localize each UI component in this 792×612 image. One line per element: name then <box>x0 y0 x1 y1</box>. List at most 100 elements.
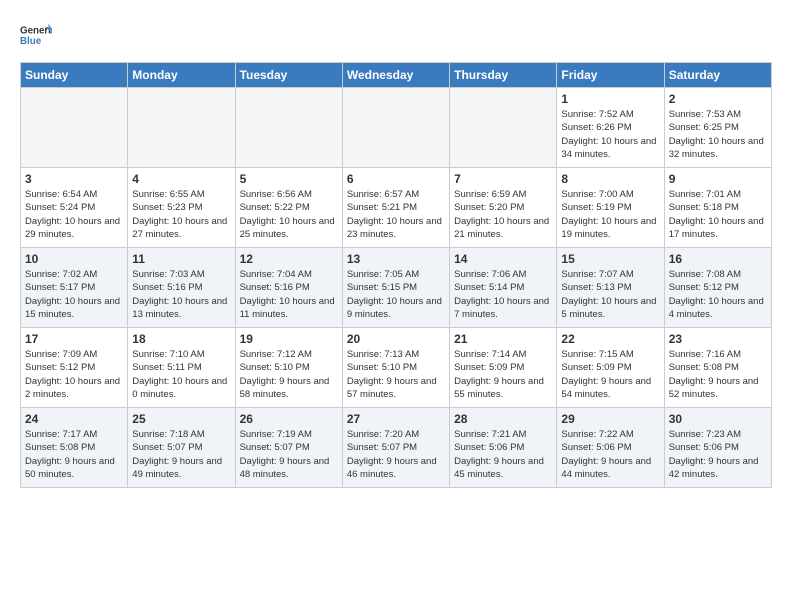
day-number: 15 <box>561 252 659 266</box>
logo: General Blue <box>20 20 52 52</box>
day-cell: 9 Sunrise: 7:01 AM Sunset: 5:18 PM Daylig… <box>664 168 771 248</box>
day-info: Sunrise: 7:16 AM Sunset: 5:08 PM Dayligh… <box>669 348 767 401</box>
day-number: 20 <box>347 332 445 346</box>
weekday-header-sunday: Sunday <box>21 63 128 88</box>
day-number: 10 <box>25 252 123 266</box>
day-info: Sunrise: 7:18 AM Sunset: 5:07 PM Dayligh… <box>132 428 230 481</box>
day-info: Sunrise: 7:14 AM Sunset: 5:09 PM Dayligh… <box>454 348 552 401</box>
day-number: 12 <box>240 252 338 266</box>
day-number: 29 <box>561 412 659 426</box>
weekday-header-row: SundayMondayTuesdayWednesdayThursdayFrid… <box>21 63 772 88</box>
day-info: Sunrise: 7:02 AM Sunset: 5:17 PM Dayligh… <box>25 268 123 321</box>
day-info: Sunrise: 7:10 AM Sunset: 5:11 PM Dayligh… <box>132 348 230 401</box>
day-cell: 24 Sunrise: 7:17 AM Sunset: 5:08 PM Dayli… <box>21 408 128 488</box>
svg-text:General: General <box>20 25 52 36</box>
day-cell: 28 Sunrise: 7:21 AM Sunset: 5:06 PM Dayli… <box>450 408 557 488</box>
day-number: 30 <box>669 412 767 426</box>
day-cell: 12 Sunrise: 7:04 AM Sunset: 5:16 PM Dayli… <box>235 248 342 328</box>
day-cell: 17 Sunrise: 7:09 AM Sunset: 5:12 PM Dayli… <box>21 328 128 408</box>
day-info: Sunrise: 6:57 AM Sunset: 5:21 PM Dayligh… <box>347 188 445 241</box>
day-info: Sunrise: 7:12 AM Sunset: 5:10 PM Dayligh… <box>240 348 338 401</box>
day-cell <box>235 88 342 168</box>
day-info: Sunrise: 7:53 AM Sunset: 6:25 PM Dayligh… <box>669 108 767 161</box>
page-header: General Blue <box>20 20 772 52</box>
day-info: Sunrise: 7:09 AM Sunset: 5:12 PM Dayligh… <box>25 348 123 401</box>
day-number: 18 <box>132 332 230 346</box>
day-info: Sunrise: 7:03 AM Sunset: 5:16 PM Dayligh… <box>132 268 230 321</box>
weekday-header-wednesday: Wednesday <box>342 63 449 88</box>
day-number: 9 <box>669 172 767 186</box>
week-row-5: 24 Sunrise: 7:17 AM Sunset: 5:08 PM Dayli… <box>21 408 772 488</box>
day-info: Sunrise: 7:04 AM Sunset: 5:16 PM Dayligh… <box>240 268 338 321</box>
day-cell: 10 Sunrise: 7:02 AM Sunset: 5:17 PM Dayli… <box>21 248 128 328</box>
day-number: 11 <box>132 252 230 266</box>
day-cell <box>342 88 449 168</box>
day-number: 2 <box>669 92 767 106</box>
day-cell: 26 Sunrise: 7:19 AM Sunset: 5:07 PM Dayli… <box>235 408 342 488</box>
day-cell <box>21 88 128 168</box>
day-info: Sunrise: 7:01 AM Sunset: 5:18 PM Dayligh… <box>669 188 767 241</box>
day-info: Sunrise: 7:21 AM Sunset: 5:06 PM Dayligh… <box>454 428 552 481</box>
svg-text:Blue: Blue <box>20 36 42 47</box>
day-number: 19 <box>240 332 338 346</box>
day-number: 1 <box>561 92 659 106</box>
day-number: 28 <box>454 412 552 426</box>
day-number: 6 <box>347 172 445 186</box>
day-info: Sunrise: 7:52 AM Sunset: 6:26 PM Dayligh… <box>561 108 659 161</box>
day-number: 8 <box>561 172 659 186</box>
day-info: Sunrise: 6:59 AM Sunset: 5:20 PM Dayligh… <box>454 188 552 241</box>
day-number: 4 <box>132 172 230 186</box>
day-number: 25 <box>132 412 230 426</box>
weekday-header-tuesday: Tuesday <box>235 63 342 88</box>
day-info: Sunrise: 7:00 AM Sunset: 5:19 PM Dayligh… <box>561 188 659 241</box>
day-cell: 5Sunrise: 6:56 AM Sunset: 5:22 PM Daylig… <box>235 168 342 248</box>
day-cell: 13 Sunrise: 7:05 AM Sunset: 5:15 PM Dayli… <box>342 248 449 328</box>
day-cell: 14Sunrise: 7:06 AM Sunset: 5:14 PM Dayli… <box>450 248 557 328</box>
day-info: Sunrise: 7:08 AM Sunset: 5:12 PM Dayligh… <box>669 268 767 321</box>
day-info: Sunrise: 6:55 AM Sunset: 5:23 PM Dayligh… <box>132 188 230 241</box>
week-row-3: 10 Sunrise: 7:02 AM Sunset: 5:17 PM Dayli… <box>21 248 772 328</box>
day-cell: 21Sunrise: 7:14 AM Sunset: 5:09 PM Dayli… <box>450 328 557 408</box>
weekday-header-monday: Monday <box>128 63 235 88</box>
day-info: Sunrise: 7:23 AM Sunset: 5:06 PM Dayligh… <box>669 428 767 481</box>
day-cell: 16 Sunrise: 7:08 AM Sunset: 5:12 PM Dayli… <box>664 248 771 328</box>
day-info: Sunrise: 7:15 AM Sunset: 5:09 PM Dayligh… <box>561 348 659 401</box>
day-info: Sunrise: 7:17 AM Sunset: 5:08 PM Dayligh… <box>25 428 123 481</box>
day-cell: 15 Sunrise: 7:07 AM Sunset: 5:13 PM Dayli… <box>557 248 664 328</box>
day-number: 13 <box>347 252 445 266</box>
day-info: Sunrise: 7:19 AM Sunset: 5:07 PM Dayligh… <box>240 428 338 481</box>
logo-icon: General Blue <box>20 20 52 52</box>
day-cell: 29 Sunrise: 7:22 AM Sunset: 5:06 PM Dayli… <box>557 408 664 488</box>
day-number: 27 <box>347 412 445 426</box>
weekday-header-saturday: Saturday <box>664 63 771 88</box>
day-info: Sunrise: 7:22 AM Sunset: 5:06 PM Dayligh… <box>561 428 659 481</box>
day-number: 24 <box>25 412 123 426</box>
day-cell: 2 Sunrise: 7:53 AM Sunset: 6:25 PM Daylig… <box>664 88 771 168</box>
day-cell: 23Sunrise: 7:16 AM Sunset: 5:08 PM Dayli… <box>664 328 771 408</box>
day-cell: 25 Sunrise: 7:18 AM Sunset: 5:07 PM Dayli… <box>128 408 235 488</box>
day-cell: 30 Sunrise: 7:23 AM Sunset: 5:06 PM Dayli… <box>664 408 771 488</box>
weekday-header-friday: Friday <box>557 63 664 88</box>
day-info: Sunrise: 7:07 AM Sunset: 5:13 PM Dayligh… <box>561 268 659 321</box>
day-number: 22 <box>561 332 659 346</box>
day-cell: 8 Sunrise: 7:00 AM Sunset: 5:19 PM Daylig… <box>557 168 664 248</box>
day-info: Sunrise: 6:54 AM Sunset: 5:24 PM Dayligh… <box>25 188 123 241</box>
day-number: 16 <box>669 252 767 266</box>
day-cell: 11 Sunrise: 7:03 AM Sunset: 5:16 PM Dayli… <box>128 248 235 328</box>
day-info: Sunrise: 7:13 AM Sunset: 5:10 PM Dayligh… <box>347 348 445 401</box>
day-cell: 22 Sunrise: 7:15 AM Sunset: 5:09 PM Dayli… <box>557 328 664 408</box>
day-number: 17 <box>25 332 123 346</box>
day-info: Sunrise: 6:56 AM Sunset: 5:22 PM Dayligh… <box>240 188 338 241</box>
day-cell: 7 Sunrise: 6:59 AM Sunset: 5:20 PM Daylig… <box>450 168 557 248</box>
day-cell <box>450 88 557 168</box>
day-cell: 4 Sunrise: 6:55 AM Sunset: 5:23 PM Daylig… <box>128 168 235 248</box>
weekday-header-thursday: Thursday <box>450 63 557 88</box>
day-number: 7 <box>454 172 552 186</box>
day-number: 26 <box>240 412 338 426</box>
calendar-table: SundayMondayTuesdayWednesdayThursdayFrid… <box>20 62 772 488</box>
day-info: Sunrise: 7:06 AM Sunset: 5:14 PM Dayligh… <box>454 268 552 321</box>
day-cell: 1 Sunrise: 7:52 AM Sunset: 6:26 PM Daylig… <box>557 88 664 168</box>
day-number: 3 <box>25 172 123 186</box>
week-row-1: 1 Sunrise: 7:52 AM Sunset: 6:26 PM Daylig… <box>21 88 772 168</box>
day-info: Sunrise: 7:05 AM Sunset: 5:15 PM Dayligh… <box>347 268 445 321</box>
